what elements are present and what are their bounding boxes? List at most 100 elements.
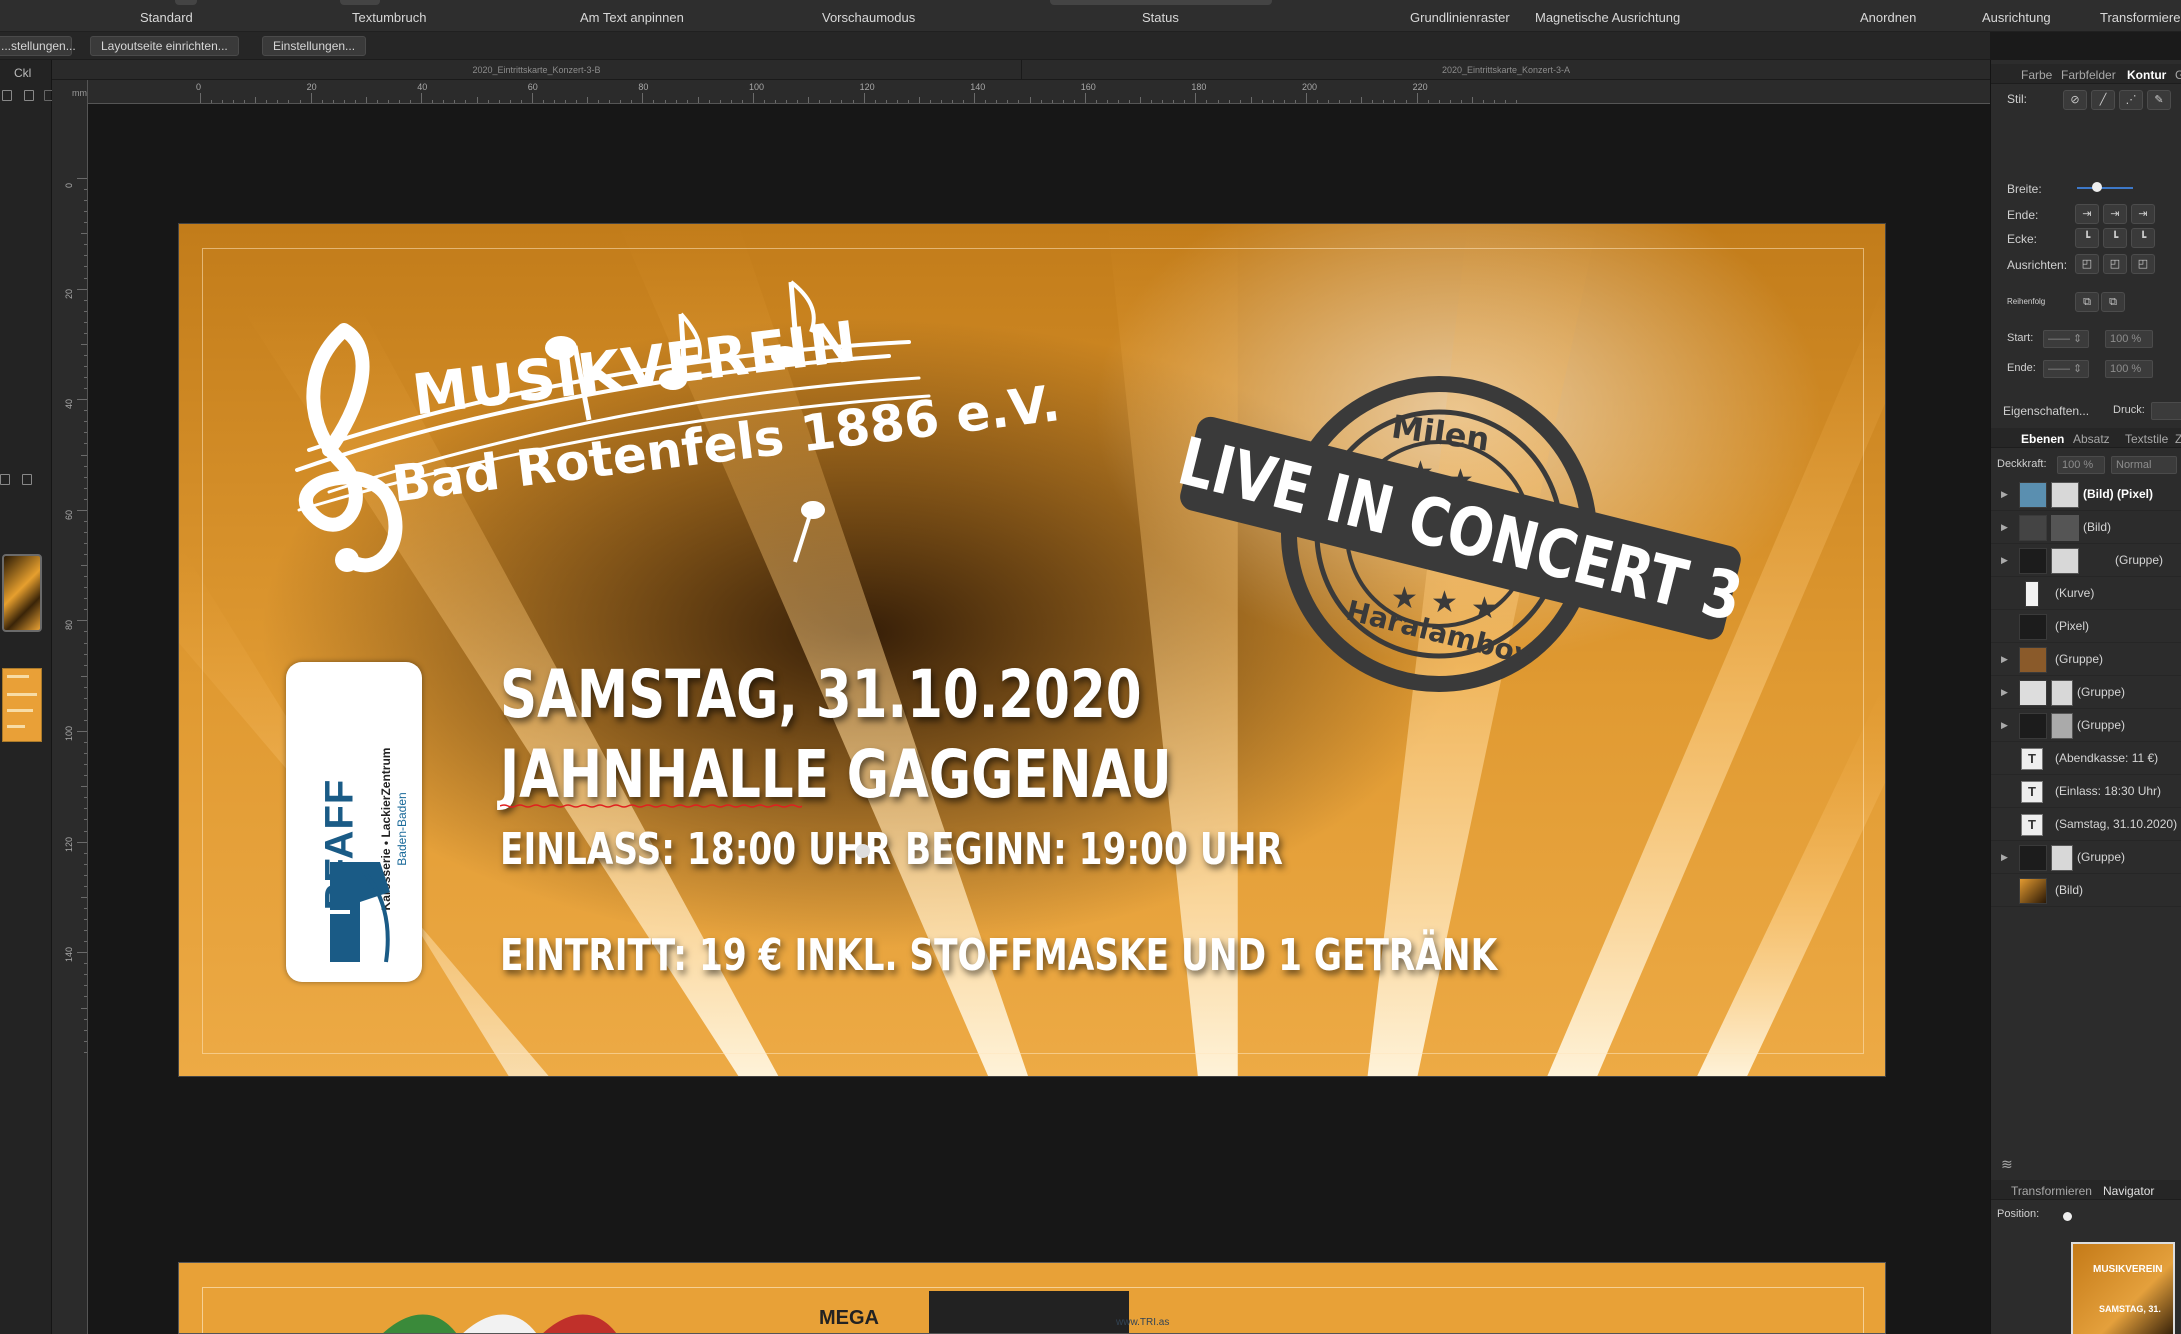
layer-row[interactable]: (Pixel) bbox=[1991, 610, 2181, 643]
stroke-solid-icon[interactable]: ╱ bbox=[2091, 90, 2115, 110]
navigator-thumbnail[interactable]: MUSIKVEREIN SAMSTAG, 31. bbox=[2071, 1242, 2175, 1334]
layer-row[interactable]: T (Samstag, 31.10.2020) bbox=[1991, 808, 2181, 841]
page-thumbnail-2[interactable] bbox=[2, 668, 42, 742]
doc-tab-a[interactable]: 2020_Eintrittskarte_Konzert-3-A bbox=[1022, 60, 1990, 80]
arrow-end-scale[interactable]: 100 % bbox=[2105, 360, 2153, 378]
ruler-label: 40 bbox=[64, 399, 74, 410]
order-front-icon[interactable]: ⧉ bbox=[2075, 292, 2099, 312]
pressure-field[interactable] bbox=[2151, 402, 2181, 420]
tab-farbe[interactable]: Farbe bbox=[2021, 68, 2052, 82]
tab-textstile[interactable]: Textstile bbox=[2125, 432, 2168, 446]
ruler-minor-tick bbox=[84, 1018, 87, 1020]
page-thumbnail-1[interactable] bbox=[2, 554, 42, 632]
order-back-icon[interactable]: ⧉ bbox=[2101, 292, 2125, 312]
cap-butt-icon[interactable]: ⇥ bbox=[2075, 204, 2099, 224]
layer-row[interactable]: ▶ (Gruppe) bbox=[1991, 709, 2181, 742]
expand-arrow-icon[interactable]: ▶ bbox=[2001, 852, 2008, 863]
horizontal-ruler[interactable]: 0 20 40 60 80 100 120 140 160 180 200 220 bbox=[70, 80, 1990, 104]
align-inside-icon[interactable]: ◰ bbox=[2075, 254, 2099, 274]
spellcheck-underline bbox=[500, 804, 802, 808]
layer-row[interactable]: ▶ (Bild) (Pixel) bbox=[1991, 478, 2181, 511]
stroke-dashed-icon[interactable]: ⋰ bbox=[2119, 90, 2143, 110]
layer-row[interactable]: ▶ (Gruppe) bbox=[1991, 841, 2181, 874]
layout-page-setup-button[interactable]: Layoutseite einrichten... bbox=[90, 36, 239, 56]
ticket-artboard[interactable]: MUSIKVEREIN Bad Rotenfels 1886 e.V. PFAF… bbox=[178, 223, 1886, 1077]
expand-arrow-icon[interactable]: ▶ bbox=[2001, 555, 2008, 566]
layer-row[interactable]: (Bild) bbox=[1991, 874, 2181, 907]
ruler-minor-tick bbox=[299, 100, 301, 103]
toolbar-icon-textumbruch[interactable] bbox=[340, 0, 380, 5]
arrow-end-select[interactable]: —— ⇕ bbox=[2043, 360, 2089, 378]
stroke-none-icon[interactable]: ⊘ bbox=[2063, 90, 2087, 110]
thumb-text-line bbox=[7, 725, 25, 728]
master-page-icon[interactable] bbox=[0, 474, 10, 485]
ticket-artboard-2[interactable]: MEGA www.TRI.as bbox=[178, 1262, 1886, 1334]
toolbar-grundlinienraster[interactable]: Grundlinienraster bbox=[1410, 10, 1510, 25]
width-slider-knob[interactable] bbox=[2092, 182, 2102, 192]
ruler-minor-tick bbox=[81, 896, 87, 898]
align-outside-icon[interactable]: ◰ bbox=[2131, 254, 2155, 274]
properties-button[interactable]: Eigenschaften... bbox=[2003, 404, 2089, 418]
ruler-minor-tick bbox=[244, 100, 246, 103]
arrow-start-select[interactable]: —— ⇕ bbox=[2043, 330, 2089, 348]
cap-square-icon[interactable]: ⇥ bbox=[2131, 204, 2155, 224]
toolbar-icon-status[interactable] bbox=[1050, 0, 1272, 5]
layers-stack-icon[interactable]: ≋ bbox=[2001, 1156, 2013, 1173]
toolbar-transformieren[interactable]: Transformieren bbox=[2100, 10, 2181, 25]
ruler-minor-tick bbox=[1494, 100, 1496, 103]
toolbar-textumbruch[interactable]: Textumbruch bbox=[352, 10, 426, 25]
page-add-icon[interactable] bbox=[2, 90, 12, 101]
expand-arrow-icon[interactable]: ▶ bbox=[2001, 654, 2008, 665]
tab-navigator[interactable]: Navigator bbox=[2103, 1184, 2154, 1198]
align-center-icon[interactable]: ◰ bbox=[2103, 254, 2127, 274]
expand-arrow-icon[interactable]: ▶ bbox=[2001, 522, 2008, 533]
blend-mode-select[interactable]: Normal bbox=[2111, 456, 2177, 474]
layer-row[interactable]: T (Abendkasse: 11 €) bbox=[1991, 742, 2181, 775]
toolbar-am-text-anpinnen[interactable]: Am Text anpinnen bbox=[580, 10, 684, 25]
tab-g[interactable]: G bbox=[2175, 68, 2181, 82]
join-bevel-icon[interactable]: ┗ bbox=[2131, 228, 2155, 248]
layer-row[interactable]: (Kurve) bbox=[1991, 577, 2181, 610]
settings-button[interactable]: Einstellungen... bbox=[262, 36, 367, 56]
join-round-icon[interactable]: ┗ bbox=[2103, 228, 2127, 248]
tab-z[interactable]: Z bbox=[2175, 432, 2181, 446]
label-druck: Druck: bbox=[2113, 404, 2145, 416]
layer-row[interactable]: ▶ (Gruppe) bbox=[1991, 676, 2181, 709]
doc-tab-b[interactable]: 2020_Eintrittskarte_Konzert-3-B bbox=[52, 60, 1022, 80]
ruler-minor-tick bbox=[84, 189, 87, 191]
layer-row[interactable]: ▶ (Bild) bbox=[1991, 511, 2181, 544]
ruler-minor-tick bbox=[1151, 100, 1153, 103]
toolbar-vorschaumodus[interactable]: Vorschaumodus bbox=[822, 10, 915, 25]
ruler-minor-tick bbox=[84, 874, 87, 876]
tab-absatz[interactable]: Absatz bbox=[2073, 432, 2110, 446]
toolbar-standard[interactable]: Standard bbox=[140, 10, 193, 25]
expand-arrow-icon[interactable]: ▶ bbox=[2001, 489, 2008, 500]
toolbar-status[interactable]: Status bbox=[1142, 10, 1179, 25]
tab-kontur[interactable]: Kontur bbox=[2127, 68, 2166, 82]
ruler-minor-tick bbox=[84, 907, 87, 909]
tab-transformieren[interactable]: Transformieren bbox=[2011, 1184, 2092, 1198]
spread-icon[interactable] bbox=[22, 474, 32, 485]
join-miter-icon[interactable]: ┗ bbox=[2075, 228, 2099, 248]
stroke-brush-icon[interactable]: ✎ bbox=[2147, 90, 2171, 110]
toolbar-anordnen[interactable]: Anordnen bbox=[1860, 10, 1916, 25]
layer-row[interactable]: T (Einlass: 18:30 Uhr) bbox=[1991, 775, 2181, 808]
zoom-slider-knob[interactable] bbox=[2063, 1212, 2072, 1221]
layer-row[interactable]: ▶ (Gruppe) bbox=[1991, 643, 2181, 676]
settings-button-partial[interactable]: ...stellungen... bbox=[0, 36, 76, 56]
tab-ebenen[interactable]: Ebenen bbox=[2021, 432, 2064, 446]
tab-farbfelder[interactable]: Farbfelder bbox=[2061, 68, 2116, 82]
width-slider-track[interactable] bbox=[2077, 187, 2133, 189]
text-layer-icon: T bbox=[2021, 748, 2043, 770]
toolbar-ausrichtung[interactable]: Ausrichtung bbox=[1982, 10, 2051, 25]
toolbar-icon-standard[interactable] bbox=[175, 0, 197, 5]
expand-arrow-icon[interactable]: ▶ bbox=[2001, 687, 2008, 698]
expand-arrow-icon[interactable]: ▶ bbox=[2001, 720, 2008, 731]
toolbar-magnetische-ausrichtung[interactable]: Magnetische Ausrichtung bbox=[1535, 10, 1680, 25]
arrow-start-scale[interactable]: 100 % bbox=[2105, 330, 2153, 348]
opacity-field[interactable]: 100 % bbox=[2057, 456, 2105, 474]
vertical-ruler[interactable]: 0 20 40 60 80 100 120 140 bbox=[52, 80, 88, 1334]
cap-round-icon[interactable]: ⇥ bbox=[2103, 204, 2127, 224]
page-duplicate-icon[interactable] bbox=[24, 90, 34, 101]
layer-row[interactable]: ▶ (Gruppe) bbox=[1991, 544, 2181, 577]
